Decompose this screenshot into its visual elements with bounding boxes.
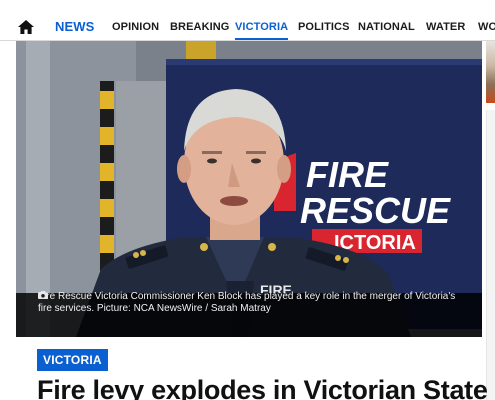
nav-item-water[interactable]: WATER	[426, 14, 465, 40]
backdrop-rescue-text: RESCUE	[300, 190, 451, 231]
nav-item-victoria[interactable]: VICTORIA	[235, 14, 289, 40]
home-icon[interactable]	[18, 20, 34, 34]
masthead-strip	[0, 0, 495, 14]
article-headline: Fire levy explodes in Victorian State	[37, 375, 488, 400]
nav-item-national[interactable]: NATIONAL	[358, 14, 415, 40]
nav-item-politics[interactable]: POLITICS	[298, 14, 350, 40]
hero-image[interactable]: FIRE RESCUE ICTORIA FIRE Fire Rescue Vic…	[16, 41, 482, 337]
backdrop-fire-text: FIRE	[306, 154, 389, 195]
camera-icon	[38, 291, 48, 299]
image-caption: Fire Rescue Victoria Commissioner Ken Bl…	[38, 291, 468, 315]
nav-item-wo[interactable]: WO	[478, 14, 495, 40]
sidebar-ad-image[interactable]	[486, 41, 495, 103]
caption-text: Fire Rescue Victoria Commissioner Ken Bl…	[38, 291, 456, 314]
nav-item-news[interactable]: NEWS	[55, 14, 94, 40]
nav-item-victoria-label: VICTORIA	[235, 21, 289, 33]
nav-item-opinion[interactable]: OPINION	[112, 14, 159, 40]
category-badge[interactable]: VICTORIA	[37, 349, 108, 371]
main-nav: NEWS OPINION BREAKING VICTORIA POLITICS …	[0, 14, 495, 41]
sidebar-panel	[486, 110, 495, 400]
page: NEWS OPINION BREAKING VICTORIA POLITICS …	[0, 0, 495, 400]
nav-item-breaking[interactable]: BREAKING	[170, 14, 229, 40]
active-tab-underline	[235, 38, 289, 40]
